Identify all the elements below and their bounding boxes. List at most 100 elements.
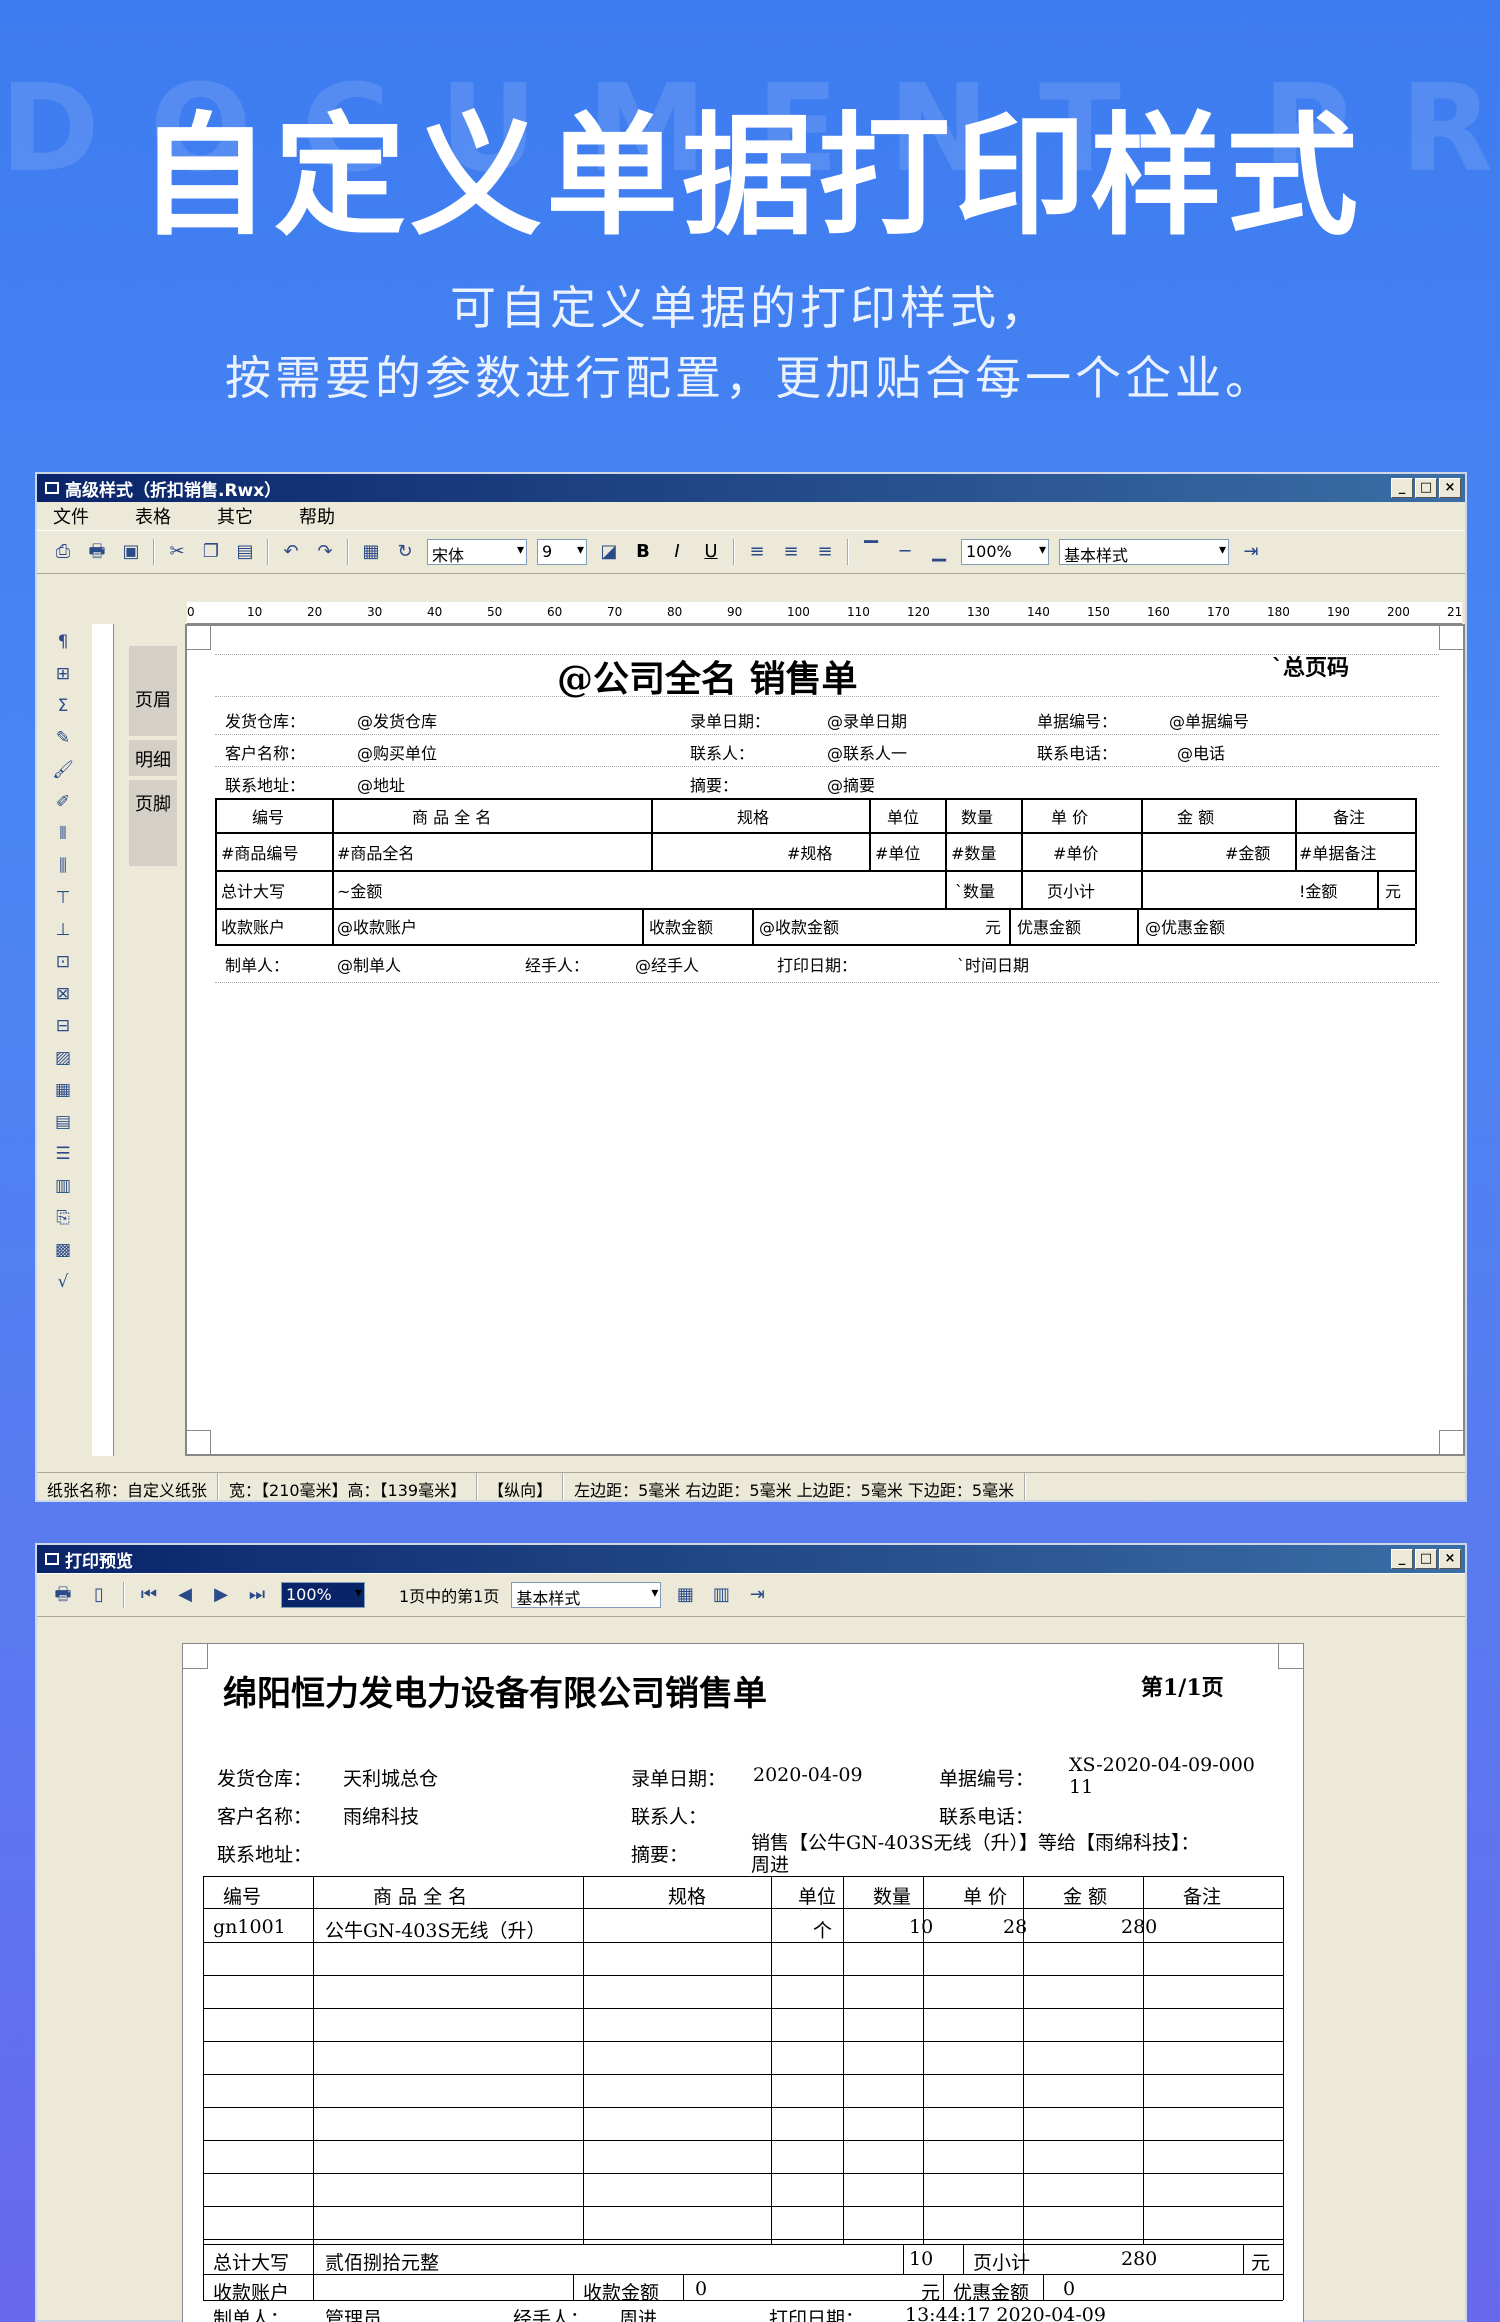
col-header-code[interactable]: 编号 — [252, 804, 284, 828]
field-total-upper[interactable]: ~金额 — [337, 878, 382, 902]
menu-table[interactable]: 表格 — [135, 503, 171, 529]
label-total-upper[interactable]: 总计大写 — [221, 878, 285, 902]
field-print-date[interactable]: `时间日期 — [957, 952, 1029, 976]
preview-style-select[interactable]: 基本样式 — [511, 1582, 662, 1608]
detail-price-field[interactable]: #单价 — [1053, 840, 1098, 864]
line-middle-icon[interactable]: ─ — [893, 540, 917, 564]
line-bottom-icon[interactable]: ▁ — [927, 540, 951, 564]
field-doc-no[interactable]: @单据编号 — [1169, 708, 1249, 732]
page-setup-icon[interactable]: ▯ — [87, 1583, 111, 1607]
first-page-icon[interactable]: ⏮ — [137, 1583, 161, 1607]
draw-icon[interactable]: ✎ — [51, 726, 75, 750]
italic-button[interactable]: I — [665, 540, 689, 564]
label-yuan[interactable]: 元 — [1385, 878, 1401, 902]
line-top-icon[interactable]: ▔ — [859, 540, 883, 564]
label-maker[interactable]: 制单人： — [225, 952, 289, 976]
formula-icon[interactable]: √ — [51, 1270, 75, 1294]
col-header-unit[interactable]: 单位 — [887, 804, 919, 828]
field-icon[interactable]: ¶ — [51, 630, 75, 654]
label-discount[interactable]: 优惠金额 — [1017, 914, 1081, 938]
label-summary[interactable]: 摘要： — [690, 772, 738, 796]
column-icon[interactable]: ⫴ — [51, 822, 75, 846]
next-page-icon[interactable]: ▶ — [209, 1583, 233, 1607]
label-contact[interactable]: 联系人： — [690, 740, 754, 764]
label-doc-no[interactable]: 单据编号： — [1037, 708, 1117, 732]
close-button[interactable]: × — [1439, 478, 1461, 498]
field-warehouse[interactable]: @发货仓库 — [357, 708, 437, 732]
font-size-select[interactable]: 9 — [537, 539, 587, 565]
detail-amount-field[interactable]: #金额 — [1225, 840, 1270, 864]
undo-icon[interactable]: ↶ — [279, 540, 303, 564]
detail-spec-field[interactable]: #规格 — [787, 840, 832, 864]
redo-icon[interactable]: ↷ — [313, 540, 337, 564]
field-receipt-account[interactable]: @收款账户 — [337, 914, 417, 938]
band-footer[interactable]: 页脚 — [129, 780, 177, 866]
align-center-icon[interactable]: ≡ — [779, 540, 803, 564]
paste-icon[interactable]: ▤ — [233, 540, 257, 564]
close-button[interactable]: × — [1439, 1549, 1461, 1569]
merge-icon[interactable]: ⊠ — [51, 982, 75, 1006]
row-icon[interactable]: ⫼ — [51, 854, 75, 878]
label-phone[interactable]: 联系电话： — [1037, 740, 1117, 764]
menu-help[interactable]: 帮助 — [299, 503, 335, 529]
col-header-remark[interactable]: 备注 — [1333, 804, 1365, 828]
detail-qty-field[interactable]: #数量 — [951, 840, 996, 864]
field-handler[interactable]: @经手人 — [635, 952, 699, 976]
col-header-name[interactable]: 商 品 全 名 — [412, 804, 491, 828]
field-entry-date[interactable]: @录单日期 — [827, 708, 907, 732]
last-page-icon[interactable]: ⏭ — [245, 1583, 269, 1607]
detail-remark-field[interactable]: #单据备注 — [1299, 840, 1376, 864]
preview-icon[interactable]: ⎙ — [51, 540, 75, 564]
band-detail[interactable]: 明细 — [129, 740, 177, 776]
prev-page-icon[interactable]: ◀ — [173, 1583, 197, 1607]
band-header[interactable]: 页眉 — [129, 646, 177, 736]
print-icon[interactable]: 🖶 — [85, 540, 109, 564]
col-header-qty[interactable]: 数量 — [961, 804, 993, 828]
detail-name-field[interactable]: #商品全名 — [337, 840, 414, 864]
brush-icon[interactable]: 🖌 — [51, 758, 75, 782]
insert-col-icon[interactable]: ⊥ — [51, 918, 75, 942]
label-warehouse[interactable]: 发货仓库： — [225, 708, 305, 732]
col-header-price[interactable]: 单 价 — [1051, 804, 1088, 828]
chart-icon[interactable]: ▥ — [51, 1174, 75, 1198]
design-total-pages-field[interactable]: `总页码 — [1272, 650, 1349, 682]
print-icon[interactable]: 🖶 — [51, 1583, 75, 1607]
preview-zoom-select[interactable]: 100% — [281, 1582, 365, 1608]
maximize-button[interactable]: □ — [1415, 1549, 1437, 1569]
stamp-icon[interactable]: ⎘ — [51, 1206, 75, 1230]
design-icon[interactable]: ▥ — [709, 1583, 733, 1607]
maximize-button[interactable]: □ — [1415, 478, 1437, 498]
menu-other[interactable]: 其它 — [217, 503, 253, 529]
minimize-button[interactable]: _ — [1391, 478, 1413, 498]
label-handler[interactable]: 经手人： — [525, 952, 589, 976]
group-icon[interactable]: ⊞ — [51, 662, 75, 686]
menu-file[interactable]: 文件 — [53, 503, 89, 529]
font-name-select[interactable]: 宋体 — [427, 539, 527, 565]
exit-icon[interactable]: ⇥ — [1239, 540, 1263, 564]
field-receipt-amount[interactable]: @收款金额 — [759, 914, 839, 938]
cells-icon[interactable]: ▦ — [51, 1078, 75, 1102]
label-page-subtotal[interactable]: 页小计 — [1047, 878, 1095, 902]
field-customer[interactable]: @购买单位 — [357, 740, 437, 764]
copy-icon[interactable]: ❐ — [199, 540, 223, 564]
minimize-button[interactable]: _ — [1391, 1549, 1413, 1569]
align-right-icon[interactable]: ≡ — [813, 540, 837, 564]
zoom-select[interactable]: 100% — [961, 539, 1049, 565]
refresh-icon[interactable]: ↻ — [393, 540, 417, 564]
split-icon[interactable]: ⊟ — [51, 1014, 75, 1038]
bold-button[interactable]: B — [631, 540, 655, 564]
preview-titlebar[interactable]: 打印预览 _ □ × — [37, 1545, 1465, 1573]
exit-icon[interactable]: ⇥ — [745, 1583, 769, 1607]
list-icon[interactable]: ☰ — [51, 1142, 75, 1166]
design-title-field[interactable]: @公司全名 销售单 — [557, 650, 858, 702]
detail-code-field[interactable]: #商品编号 — [221, 840, 329, 864]
design-canvas[interactable]: @公司全名 销售单 `总页码 发货仓库： @发货仓库 录单日期： @录单日期 单… — [185, 624, 1465, 1456]
detail-unit-field[interactable]: #单位 — [875, 840, 920, 864]
field-total-qty[interactable]: `数量 — [955, 878, 995, 902]
designer-titlebar[interactable]: 高级样式（折扣销售.Rwx） _ □ × — [37, 474, 1465, 502]
subtotal-icon[interactable]: Σ — [51, 694, 75, 718]
pen-icon[interactable]: ✐ — [51, 790, 75, 814]
col-header-amount[interactable]: 金 额 — [1177, 804, 1214, 828]
field-phone[interactable]: @电话 — [1177, 740, 1225, 764]
field-contact[interactable]: @联系人一 — [827, 740, 907, 764]
